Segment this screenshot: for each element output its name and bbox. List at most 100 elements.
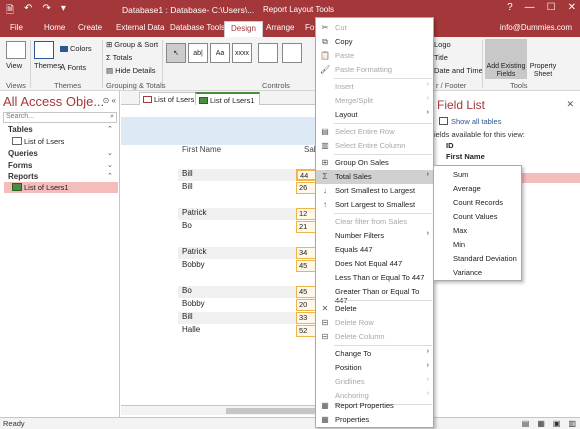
tables-icon bbox=[439, 117, 448, 125]
menu-item-select-entire-row[interactable]: ▤ Select Entire Row bbox=[316, 125, 433, 139]
chevron-up-icon[interactable]: ⌃ bbox=[107, 172, 113, 180]
menu-item-paste[interactable]: 📋 Paste bbox=[316, 49, 433, 63]
field-item-id[interactable]: ID bbox=[446, 141, 454, 150]
menu-item-paste-formatting[interactable]: 🖌 Paste Formatting bbox=[316, 63, 433, 77]
navigation-pane: All Access Obje... ⊙ « Search... ⌕ Table… bbox=[0, 91, 120, 417]
user-account[interactable]: info@Dummies.com bbox=[500, 23, 572, 32]
menu-item-cut[interactable]: ✂ Cut bbox=[316, 21, 433, 35]
title-bar: 🗎 ↶ ↷ ▾ Database1 : Database- C:\Users\.… bbox=[0, 0, 580, 20]
nav-item-list-of-lsers1[interactable]: List of Lsers1 bbox=[4, 182, 118, 193]
text-box-control[interactable]: ab| bbox=[188, 43, 208, 63]
show-all-tables-link[interactable]: Show all tables bbox=[451, 117, 501, 126]
close-button[interactable]: ✕ bbox=[568, 2, 576, 13]
select-control[interactable]: ↖ bbox=[166, 43, 186, 63]
menu-item-not-equal[interactable]: Does Not Equal 447 bbox=[316, 257, 433, 271]
layout-view-icon[interactable]: ▣ bbox=[553, 419, 561, 428]
tab-control[interactable] bbox=[258, 43, 278, 63]
submenu-item-sum[interactable]: Sum bbox=[434, 168, 521, 182]
tab-home[interactable]: Home bbox=[44, 23, 65, 32]
menu-item-clear-filter[interactable]: Clear filter from Sales bbox=[316, 215, 433, 229]
design-view-icon[interactable]: ▥ bbox=[568, 419, 576, 428]
nav-section-queries[interactable]: Queries bbox=[8, 149, 38, 158]
submenu-item-average[interactable]: Average bbox=[434, 182, 521, 196]
print-preview-icon[interactable]: ▦ bbox=[537, 419, 545, 428]
property-sheet-button[interactable]: Property Sheet bbox=[529, 39, 557, 79]
column-header-sales[interactable]: Sal bbox=[304, 145, 316, 154]
menu-item-insert[interactable]: Insert › bbox=[316, 80, 433, 94]
menu-item-delete-row[interactable]: ⊟ Delete Row bbox=[316, 316, 433, 330]
report-view-icon[interactable]: ▤ bbox=[522, 419, 530, 428]
themes-button[interactable]: Themes bbox=[34, 41, 61, 70]
menu-item-delete-column[interactable]: ⊟ Delete Column bbox=[316, 330, 433, 344]
submenu-item-count-values[interactable]: Count Values bbox=[434, 210, 521, 224]
nav-section-tables[interactable]: Tables bbox=[8, 125, 33, 134]
menu-item-layout[interactable]: Layout › bbox=[316, 108, 433, 122]
menu-item-group-on-sales[interactable]: ⊞ Group On Sales bbox=[316, 156, 433, 170]
undo-icon[interactable]: ↶ bbox=[24, 3, 32, 20]
menu-item-position[interactable]: Position › bbox=[316, 361, 433, 375]
hide-details-button[interactable]: ▤ Hide Details bbox=[106, 66, 156, 75]
redo-icon[interactable]: ↷ bbox=[42, 3, 50, 20]
minimize-button[interactable]: — bbox=[525, 2, 535, 13]
help-icon[interactable]: ? bbox=[507, 2, 513, 13]
customize-qat-icon[interactable]: ▾ bbox=[61, 3, 66, 20]
menu-item-gridlines[interactable]: Gridlines › bbox=[316, 375, 433, 389]
field-item-first-name[interactable]: First Name bbox=[446, 152, 485, 161]
button-control[interactable]: xxxx bbox=[232, 43, 252, 63]
submenu-item-count-records[interactable]: Count Records bbox=[434, 196, 521, 210]
tab-format[interactable]: Fo bbox=[305, 23, 314, 32]
hyperlink-control[interactable] bbox=[282, 43, 302, 63]
tab-file[interactable]: File bbox=[10, 23, 23, 32]
doc-tab-list-of-lsers1[interactable]: List of Lsers1 bbox=[195, 92, 260, 105]
menu-item-delete[interactable]: ✕ Delete bbox=[316, 302, 433, 316]
save-icon[interactable]: 🗎 bbox=[6, 3, 14, 20]
menu-item-select-entire-column[interactable]: ▥ Select Entire Column bbox=[316, 139, 433, 153]
menu-item-total-sales[interactable]: Σ Total Sales › bbox=[316, 170, 433, 184]
submenu-item-variance[interactable]: Variance bbox=[434, 266, 521, 280]
tab-create[interactable]: Create bbox=[78, 23, 102, 32]
menu-item-merge-split[interactable]: Merge/Split › bbox=[316, 94, 433, 108]
nav-section-reports[interactable]: Reports bbox=[8, 172, 38, 181]
scrollbar-thumb[interactable] bbox=[226, 408, 316, 414]
nav-section-forms[interactable]: Forms bbox=[8, 161, 32, 170]
tab-design[interactable]: Design bbox=[224, 21, 263, 37]
nav-menu-icon[interactable]: ⊙ bbox=[103, 96, 110, 105]
title-button[interactable]: Title bbox=[434, 53, 448, 62]
submenu-item-max[interactable]: Max bbox=[434, 224, 521, 238]
nav-item-list-of-lsers[interactable]: List of Lsers bbox=[4, 136, 118, 147]
totals-button[interactable]: Σ Totals bbox=[106, 53, 132, 62]
nav-search-input[interactable]: Search... ⌕ bbox=[3, 112, 117, 123]
menu-item-number-filters[interactable]: Number Filters › bbox=[316, 229, 433, 243]
doc-tab-list-of-lsers[interactable]: List of Lsers bbox=[139, 92, 200, 105]
fonts-button[interactable]: A Fonts bbox=[60, 63, 86, 72]
view-button[interactable]: View bbox=[6, 41, 26, 70]
chevron-up-icon[interactable]: ⌃ bbox=[107, 125, 113, 133]
tab-database-tools[interactable]: Database Tools bbox=[170, 23, 225, 32]
column-header-first-name[interactable]: First Name bbox=[182, 145, 221, 154]
nav-pane-title[interactable]: All Access Obje... bbox=[3, 94, 104, 109]
tab-external-data[interactable]: External Data bbox=[116, 23, 164, 32]
close-icon[interactable]: ✕ bbox=[566, 99, 574, 110]
add-existing-fields-button[interactable]: Add Existing Fields bbox=[485, 39, 527, 79]
menu-item-less-than-or-equal[interactable]: Less Than or Equal To 447 bbox=[316, 271, 433, 285]
logo-button[interactable]: Logo bbox=[434, 40, 451, 49]
maximize-button[interactable]: ☐ bbox=[547, 2, 556, 13]
collapse-nav-icon[interactable]: « bbox=[112, 96, 116, 105]
date-time-button[interactable]: Date and Time bbox=[434, 66, 483, 75]
submenu-item-standard-deviation[interactable]: Standard Deviation bbox=[434, 252, 521, 266]
menu-item-change-to[interactable]: Change To › bbox=[316, 347, 433, 361]
chevron-down-icon[interactable]: ⌄ bbox=[107, 149, 113, 157]
menu-item-sort-descending[interactable]: ↑ Sort Largest to Smallest bbox=[316, 198, 433, 212]
menu-item-copy[interactable]: ⧉ Copy bbox=[316, 35, 433, 49]
submenu-item-min[interactable]: Min bbox=[434, 238, 521, 252]
group-sort-button[interactable]: ⊞ Group & Sort bbox=[106, 40, 158, 49]
chevron-down-icon[interactable]: ⌄ bbox=[107, 161, 113, 169]
menu-item-properties[interactable]: ▦ Properties bbox=[316, 413, 433, 427]
menu-item-report-properties[interactable]: ▦ Report Properties bbox=[316, 399, 433, 413]
colors-button[interactable]: Colors bbox=[60, 44, 92, 53]
menu-item-sort-ascending[interactable]: ↓ Sort Smallest to Largest bbox=[316, 184, 433, 198]
menu-item-equals[interactable]: Equals 447 bbox=[316, 243, 433, 257]
menu-item-greater-than-or-equal[interactable]: Greater Than or Equal To 447 bbox=[316, 285, 433, 305]
tab-arrange[interactable]: Arrange bbox=[266, 23, 294, 32]
label-control[interactable]: Aa bbox=[210, 43, 230, 63]
